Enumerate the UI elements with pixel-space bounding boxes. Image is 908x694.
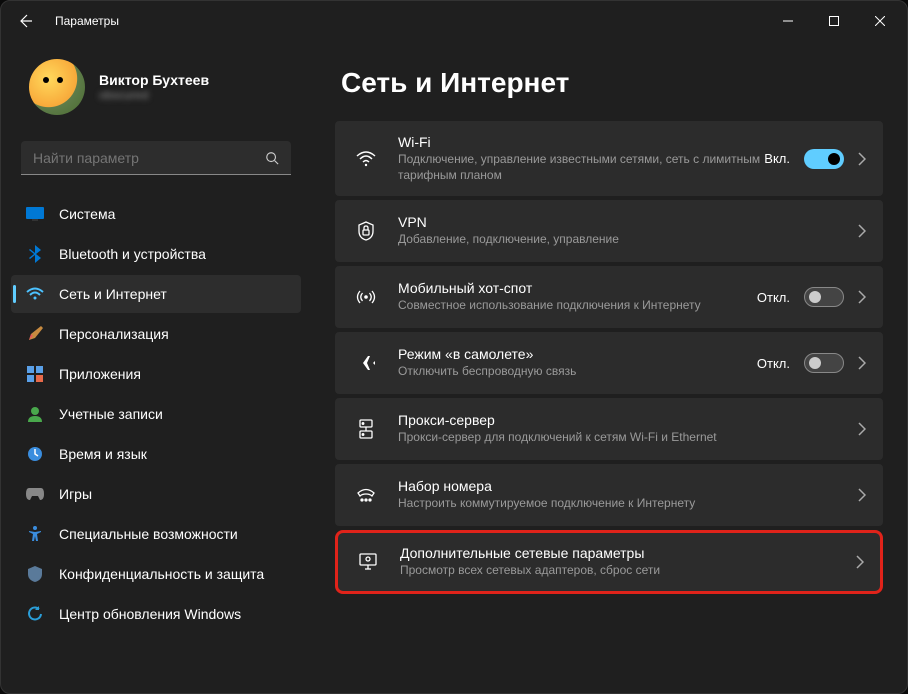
globe-clock-icon	[25, 444, 45, 464]
card-proxy[interactable]: Прокси-сервер Прокси-сервер для подключе…	[335, 398, 883, 460]
card-title: VPN	[398, 214, 858, 230]
hotspot-toggle[interactable]	[804, 287, 844, 307]
phone-icon	[352, 487, 380, 503]
sidebar-item-label: Система	[59, 206, 115, 222]
search-input[interactable]	[33, 150, 265, 166]
brush-icon	[25, 324, 45, 344]
settings-window: Параметры Виктор Бухтеев obscured	[0, 0, 908, 694]
wifi-icon	[25, 284, 45, 304]
hotspot-status-label: Откл.	[757, 290, 790, 305]
profile-block[interactable]: Виктор Бухтеев obscured	[11, 41, 301, 141]
card-dialup[interactable]: Набор номера Настроить коммутируемое под…	[335, 464, 883, 526]
update-icon	[25, 604, 45, 624]
titlebar: Параметры	[1, 1, 907, 41]
monitor-network-icon	[354, 553, 382, 571]
sidebar-item-label: Специальные возможности	[59, 526, 238, 542]
avatar	[29, 59, 85, 115]
profile-email: obscured	[99, 88, 209, 102]
sidebar-item-system[interactable]: Система	[11, 195, 301, 233]
card-title: Набор номера	[398, 478, 858, 494]
airplane-toggle[interactable]	[804, 353, 844, 373]
sidebar-item-accessibility[interactable]: Специальные возможности	[11, 515, 301, 553]
sidebar-item-label: Учетные записи	[59, 406, 163, 422]
chevron-right-icon	[856, 555, 864, 569]
chevron-right-icon	[858, 488, 866, 502]
card-title: Режим «в самолете»	[398, 346, 757, 362]
card-title: Wi-Fi	[398, 134, 764, 150]
chevron-right-icon	[858, 422, 866, 436]
wifi-status-label: Вкл.	[764, 151, 790, 166]
airplane-status-label: Откл.	[757, 356, 790, 371]
shield-lock-icon	[352, 221, 380, 241]
card-vpn[interactable]: VPN Добавление, подключение, управление	[335, 200, 883, 262]
page-title: Сеть и Интернет	[341, 67, 883, 99]
card-wifi[interactable]: Wi-Fi Подключение, управление известными…	[335, 121, 883, 196]
person-icon	[25, 404, 45, 424]
card-subtitle: Подключение, управление известными сетям…	[398, 152, 764, 183]
sidebar-item-label: Игры	[59, 486, 92, 502]
chevron-right-icon	[858, 152, 866, 166]
settings-list: Wi-Fi Подключение, управление известными…	[335, 121, 883, 594]
sidebar-item-gaming[interactable]: Игры	[11, 475, 301, 513]
bluetooth-icon	[25, 244, 45, 264]
sidebar-item-update[interactable]: Центр обновления Windows	[11, 595, 301, 633]
chevron-right-icon	[858, 356, 866, 370]
hotspot-icon	[352, 288, 380, 306]
sidebar-item-label: Конфиденциальность и защита	[59, 566, 264, 582]
sidebar-item-accounts[interactable]: Учетные записи	[11, 395, 301, 433]
search-icon	[265, 151, 279, 165]
sidebar-item-privacy[interactable]: Конфиденциальность и защита	[11, 555, 301, 593]
back-button[interactable]	[5, 1, 45, 41]
minimize-icon	[783, 16, 793, 26]
wifi-toggle[interactable]	[804, 149, 844, 169]
card-subtitle: Просмотр всех сетевых адаптеров, сброс с…	[400, 563, 856, 579]
window-title: Параметры	[55, 14, 119, 28]
sidebar-item-label: Сеть и Интернет	[59, 286, 167, 302]
maximize-button[interactable]	[811, 1, 857, 41]
sidebar-item-time[interactable]: Время и язык	[11, 435, 301, 473]
shield-icon	[25, 564, 45, 584]
system-icon	[25, 204, 45, 224]
sidebar-item-label: Bluetooth и устройства	[59, 246, 206, 262]
wifi-icon	[352, 151, 380, 167]
sidebar-item-personalization[interactable]: Персонализация	[11, 315, 301, 353]
airplane-icon	[352, 354, 380, 372]
sidebar-item-apps[interactable]: Приложения	[11, 355, 301, 393]
sidebar: Виктор Бухтеев obscured Система Bluetoot…	[1, 41, 311, 693]
main-content: Сеть и Интернет Wi-Fi Подключение, управ…	[311, 41, 907, 693]
sidebar-item-label: Центр обновления Windows	[59, 606, 241, 622]
card-title: Прокси-сервер	[398, 412, 858, 428]
gamepad-icon	[25, 484, 45, 504]
card-subtitle: Отключить беспроводную связь	[398, 364, 757, 380]
card-subtitle: Прокси-сервер для подключений к сетям Wi…	[398, 430, 858, 446]
sidebar-item-bluetooth[interactable]: Bluetooth и устройства	[11, 235, 301, 273]
card-airplane[interactable]: Режим «в самолете» Отключить беспроводну…	[335, 332, 883, 394]
sidebar-item-label: Время и язык	[59, 446, 147, 462]
apps-icon	[25, 364, 45, 384]
chevron-right-icon	[858, 290, 866, 304]
sidebar-item-network[interactable]: Сеть и Интернет	[11, 275, 301, 313]
arrow-left-icon	[17, 13, 33, 29]
sidebar-item-label: Персонализация	[59, 326, 169, 342]
close-button[interactable]	[857, 1, 903, 41]
card-advanced-network[interactable]: Дополнительные сетевые параметры Просмот…	[335, 530, 883, 594]
chevron-right-icon	[858, 224, 866, 238]
profile-name: Виктор Бухтеев	[99, 72, 209, 88]
minimize-button[interactable]	[765, 1, 811, 41]
search-box[interactable]	[21, 141, 291, 175]
proxy-icon	[352, 419, 380, 439]
nav-list: Система Bluetooth и устройства Сеть и Ин…	[11, 195, 301, 633]
card-title: Мобильный хот-спот	[398, 280, 757, 296]
card-subtitle: Добавление, подключение, управление	[398, 232, 858, 248]
card-subtitle: Настроить коммутируемое подключение к Ин…	[398, 496, 858, 512]
close-icon	[875, 16, 885, 26]
sidebar-item-label: Приложения	[59, 366, 141, 382]
card-hotspot[interactable]: Мобильный хот-спот Совместное использова…	[335, 266, 883, 328]
card-title: Дополнительные сетевые параметры	[400, 545, 856, 561]
card-subtitle: Совместное использование подключения к И…	[398, 298, 757, 314]
accessibility-icon	[25, 524, 45, 544]
maximize-icon	[829, 16, 839, 26]
